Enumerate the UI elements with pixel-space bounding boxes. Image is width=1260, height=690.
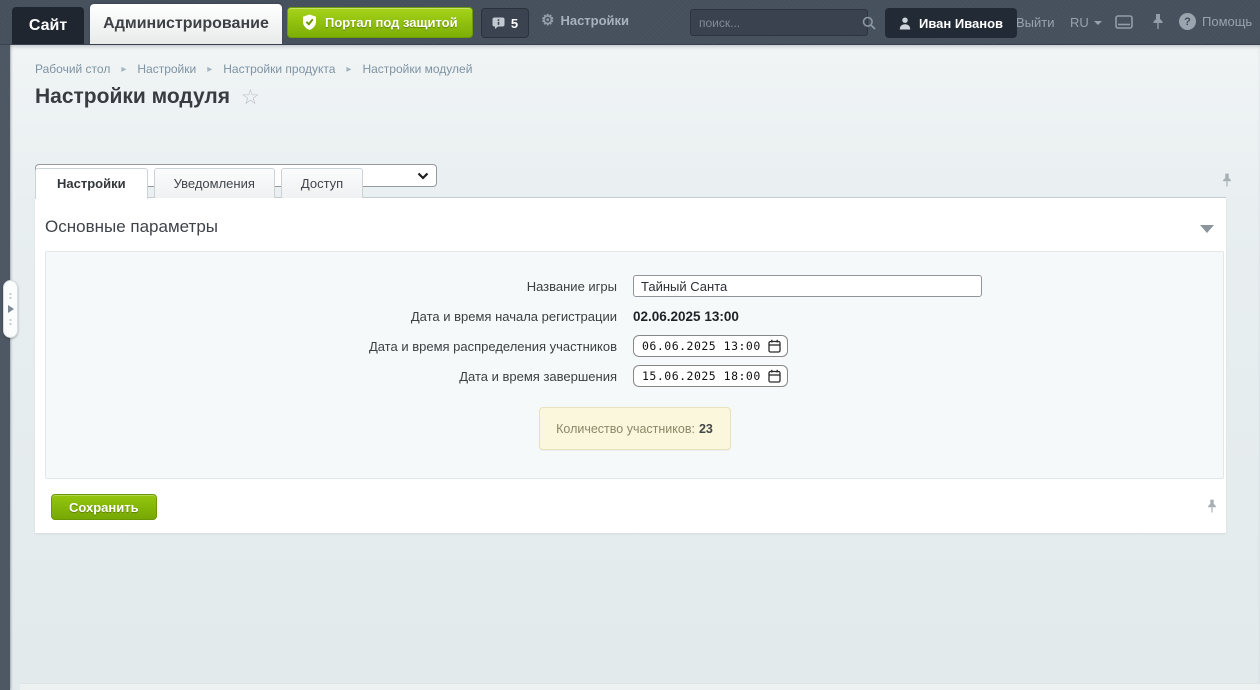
top-bar: Сайт Администрирование Портал под защито… bbox=[0, 0, 1260, 45]
participants-value: 23 bbox=[699, 422, 713, 436]
search-input[interactable] bbox=[691, 10, 862, 35]
language-label: RU bbox=[1070, 15, 1089, 30]
form-row-registration-start: Дата и время начала регистрации 02.06.20… bbox=[46, 305, 1223, 327]
notification-count: 5 bbox=[511, 16, 518, 31]
participants-counter: Количество участников: 23 bbox=[539, 407, 731, 450]
tab-site-label: Сайт bbox=[29, 17, 67, 35]
tab-notifications[interactable]: Уведомления bbox=[154, 168, 275, 198]
tab-access-label: Доступ bbox=[301, 176, 343, 191]
section-collapse-icon[interactable] bbox=[1200, 225, 1214, 233]
portal-protected-label: Портал под защитой bbox=[325, 15, 458, 30]
form-row-finish: Дата и время завершения 15.06.2025 18:00 bbox=[46, 365, 1223, 387]
tab-administration-label: Администрирование bbox=[103, 15, 269, 33]
breadcrumb-separator-icon: ▸ bbox=[346, 64, 351, 75]
tab-settings[interactable]: Настройки bbox=[35, 168, 148, 199]
registration-start-label: Дата и время начала регистрации bbox=[46, 309, 625, 324]
tab-access[interactable]: Доступ bbox=[281, 168, 363, 198]
settings-form-card: Основные параметры Название игры Дата и … bbox=[35, 197, 1226, 533]
question-circle-icon: ? bbox=[1179, 13, 1196, 30]
logout-link[interactable]: Выйти bbox=[1016, 15, 1055, 30]
search-icon[interactable] bbox=[862, 16, 876, 30]
finish-label: Дата и время завершения bbox=[46, 369, 625, 384]
page-title-row: Настройки модуля ☆ bbox=[35, 85, 260, 109]
breadcrumb-settings[interactable]: Настройки bbox=[137, 62, 196, 76]
breadcrumb-product-settings[interactable]: Настройки продукта bbox=[223, 62, 335, 76]
gear-icon: ⚙ bbox=[541, 13, 554, 28]
grip-dots-icon bbox=[8, 318, 13, 326]
tab-settings-label: Настройки bbox=[57, 176, 126, 191]
interface-panel-icon[interactable] bbox=[1115, 15, 1133, 29]
breadcrumb-separator-icon: ▸ bbox=[207, 64, 212, 75]
shield-check-icon bbox=[302, 14, 317, 31]
section-title: Основные параметры bbox=[45, 217, 218, 237]
distribution-label: Дата и время распределения участников bbox=[46, 339, 625, 354]
pin-save-icon[interactable] bbox=[1206, 498, 1218, 514]
language-selector[interactable]: RU bbox=[1070, 15, 1102, 30]
save-button[interactable]: Сохранить bbox=[51, 494, 157, 520]
help-label: Помощь bbox=[1202, 14, 1252, 29]
question-glyph: ? bbox=[1184, 16, 1191, 28]
workspace: Рабочий стол ▸ Настройки ▸ Настройки про… bbox=[10, 45, 1260, 690]
tab-administration[interactable]: Администрирование bbox=[90, 4, 282, 44]
user-name: Иван Иванов bbox=[919, 16, 1003, 31]
tab-site[interactable]: Сайт bbox=[12, 7, 84, 44]
search-box bbox=[690, 9, 868, 36]
breadcrumb: Рабочий стол ▸ Настройки ▸ Настройки про… bbox=[35, 62, 472, 76]
distribution-datetime-input[interactable]: 06.06.2025 13:00 bbox=[633, 335, 788, 357]
topbar-settings-label: Настройки bbox=[560, 13, 629, 28]
game-name-label: Название игры bbox=[46, 279, 625, 294]
calendar-icon[interactable] bbox=[768, 369, 781, 383]
notifications-button[interactable]: 5 bbox=[481, 8, 529, 38]
topbar-settings-button[interactable]: ⚙ Настройки bbox=[541, 13, 629, 28]
registration-start-value: 02.06.2025 13:00 bbox=[633, 309, 739, 324]
select-chevron-icon bbox=[417, 172, 429, 180]
tabs-row: Настройки Уведомления Доступ bbox=[35, 167, 369, 198]
horizontal-scrollbar-track[interactable] bbox=[20, 683, 1260, 690]
favorite-star-icon[interactable]: ☆ bbox=[241, 87, 260, 108]
participants-label: Количество участников: bbox=[556, 422, 695, 436]
pin-tabs-icon[interactable] bbox=[1221, 172, 1233, 188]
tab-notifications-label: Уведомления bbox=[174, 176, 255, 191]
game-name-input[interactable] bbox=[633, 275, 982, 297]
form-row-distribution: Дата и время распределения участников 06… bbox=[46, 335, 1223, 357]
calendar-icon[interactable] bbox=[768, 339, 781, 353]
main-parameters-panel: Название игры Дата и время начала регист… bbox=[45, 251, 1224, 479]
portal-protected-button[interactable]: Портал под защитой bbox=[287, 7, 473, 38]
breadcrumb-separator-icon: ▸ bbox=[121, 64, 126, 75]
notification-icon bbox=[492, 17, 505, 29]
form-row-name: Название игры bbox=[46, 275, 1223, 297]
grip-dots-icon bbox=[8, 292, 13, 300]
current-user-button[interactable]: Иван Иванов bbox=[885, 8, 1017, 38]
breadcrumb-desktop[interactable]: Рабочий стол bbox=[35, 62, 110, 76]
chevron-down-icon bbox=[1094, 21, 1102, 25]
sidebar-expand-handle[interactable] bbox=[3, 280, 18, 338]
finish-datetime-input[interactable]: 15.06.2025 18:00 bbox=[633, 365, 788, 387]
user-icon bbox=[899, 17, 911, 30]
expand-arrow-icon bbox=[8, 305, 14, 313]
distribution-datetime-value: 06.06.2025 13:00 bbox=[642, 339, 761, 353]
pin-icon[interactable] bbox=[1151, 13, 1165, 30]
page-title: Настройки модуля bbox=[35, 85, 230, 109]
breadcrumb-module-settings[interactable]: Настройки модулей bbox=[362, 62, 472, 76]
help-button[interactable]: ? Помощь bbox=[1179, 13, 1252, 30]
collapsed-sidebar-rail bbox=[0, 45, 10, 690]
finish-datetime-value: 15.06.2025 18:00 bbox=[642, 369, 761, 383]
